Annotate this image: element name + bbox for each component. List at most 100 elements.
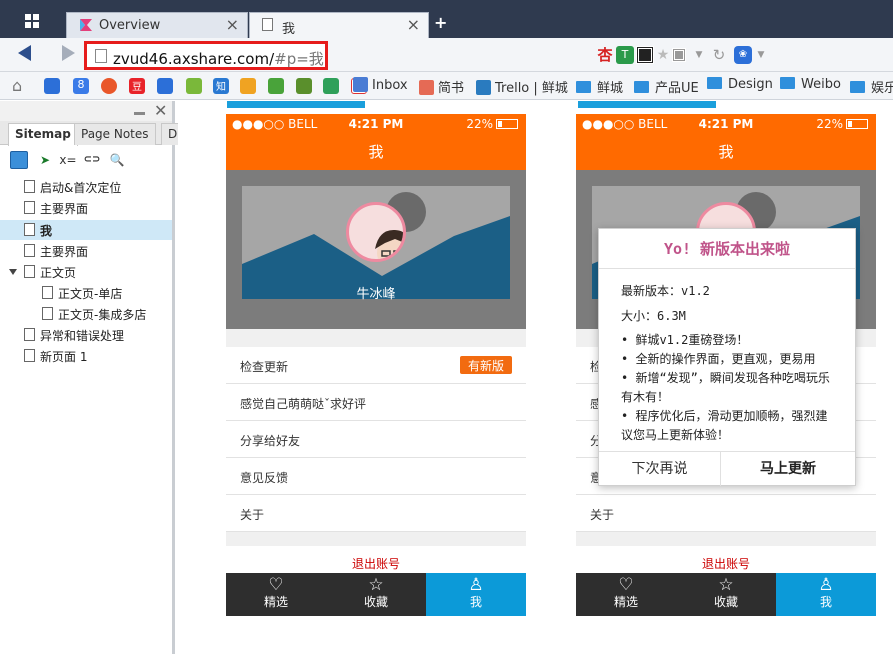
chevron-down-icon[interactable]: ▼ — [690, 46, 708, 64]
tab-overview[interactable]: Overview × — [66, 12, 248, 38]
douban-icon[interactable]: 豆 — [129, 78, 145, 94]
url-text[interactable]: zvud46.axshare.com/#p=我 — [113, 48, 324, 69]
variables-icon[interactable]: x= — [59, 151, 77, 169]
minimize-icon[interactable] — [134, 112, 145, 115]
tab-title: 我 — [282, 22, 296, 37]
tab-favorites[interactable]: ☆ 收藏 — [326, 573, 426, 616]
bookmark-icon[interactable] — [268, 78, 284, 94]
evernote-icon[interactable] — [323, 78, 339, 94]
bookmark-icon[interactable] — [240, 78, 256, 94]
menu-about[interactable]: 关于 — [226, 495, 526, 532]
tree-item-main-2[interactable]: 主要界面 — [0, 241, 172, 261]
address-bar[interactable]: zvud46.axshare.com/#p=我 — [84, 41, 328, 70]
dialog-title: Yo! 新版本出来啦 — [599, 229, 855, 269]
tree-item-errors[interactable]: 异常和错误处理 — [0, 325, 172, 345]
home-icon[interactable]: ⌂ — [12, 78, 28, 94]
tree-item-article-single[interactable]: 正文页-单店 — [0, 283, 172, 303]
folder-icon — [780, 77, 795, 89]
bookmark-trello[interactable]: Trello | 鲜城 — [476, 77, 568, 96]
tree-item-main[interactable]: 主要界面 — [0, 198, 172, 218]
apricot-extension-icon[interactable]: 杏 — [596, 46, 614, 64]
logout-button[interactable]: 退出账号 — [226, 546, 526, 574]
release-note: • 全新的操作界面，更直观，更易用 — [621, 352, 816, 366]
axure-logo-icon — [80, 19, 92, 31]
folder-icon — [576, 81, 591, 93]
bookmark-jianshu[interactable]: 简书 — [419, 77, 464, 96]
trello-icon — [476, 80, 491, 95]
heart-icon: ♡ — [618, 575, 634, 595]
menu-feedback[interactable]: 意见反馈 — [226, 458, 526, 495]
qr-code-gray-icon[interactable] — [672, 48, 686, 62]
latest-version: 最新版本：v1.2 — [621, 284, 710, 298]
google-icon[interactable]: 8 — [73, 78, 89, 94]
browser-tab-bar: Overview × 我 × + — [0, 0, 893, 38]
tab-featured[interactable]: ♡ 精选 — [576, 573, 676, 616]
link-icon[interactable]: ⊂⊃ — [83, 151, 101, 169]
tab-current-page[interactable]: 我 × — [249, 12, 429, 38]
menu-about[interactable]: 关于 — [576, 495, 876, 532]
bookmark-folder-design[interactable]: Design — [707, 77, 773, 95]
baidu-icon[interactable] — [44, 78, 60, 94]
tree-item-article[interactable]: 正文页 — [0, 262, 172, 282]
tab-sitemap[interactable]: Sitemap — [8, 123, 78, 146]
page-icon — [24, 328, 35, 341]
forward-arrow-icon[interactable] — [62, 45, 75, 61]
tab-favorites[interactable]: ☆ 收藏 — [676, 573, 776, 616]
baidu-paw-icon[interactable]: ❀ — [734, 46, 752, 64]
chevron-down-icon[interactable]: ▼ — [752, 46, 770, 64]
page-icon — [262, 18, 273, 31]
status-bar: ●●●○○ BELL 4:21 PM 22% — [576, 114, 876, 134]
avatar-face-icon — [375, 229, 403, 259]
panel-tabs: Sitemap Page Notes D — [0, 121, 185, 146]
page-icon — [24, 180, 35, 193]
qr-code-icon[interactable] — [636, 46, 654, 64]
tab-featured[interactable]: ♡ 精选 — [226, 573, 326, 616]
avatar[interactable] — [346, 202, 406, 262]
tab-close-icon[interactable]: × — [407, 15, 420, 34]
weibo-icon[interactable] — [101, 78, 117, 94]
pages-view-icon[interactable] — [10, 151, 28, 169]
menu-share[interactable]: 分享给好友 — [226, 421, 526, 458]
navigation-bar: zvud46.axshare.com/#p=我 杏 T ★ ▼ ↻ ❀ ▼ — [0, 38, 893, 72]
bookmark-icon[interactable] — [296, 78, 312, 94]
later-button[interactable]: 下次再说 — [599, 452, 721, 486]
sitemap-toolbar: ➤ x= ⊂⊃ 🔍 — [0, 146, 172, 174]
star-icon[interactable]: ★ — [654, 46, 672, 64]
new-tab-button[interactable]: + — [434, 13, 447, 32]
tree-item-article-multi[interactable]: 正文页-集成多店 — [0, 304, 172, 324]
tree-item-me[interactable]: 我 — [0, 220, 172, 240]
tab-title: Overview — [99, 18, 161, 33]
android-icon[interactable] — [186, 78, 202, 94]
refresh-icon[interactable]: ↻ — [710, 46, 728, 64]
star-icon: ☆ — [368, 575, 384, 595]
tab-page-notes[interactable]: Page Notes — [74, 123, 156, 145]
menu-rate-app[interactable]: 感觉自己萌萌哒ˇ求好评 — [226, 384, 526, 421]
tab-me[interactable]: ♙ 我 — [426, 573, 526, 616]
bookmark-folder-xiancheng[interactable]: 鲜城 — [576, 77, 623, 96]
zhihu-icon[interactable]: 知 — [213, 78, 229, 94]
close-icon[interactable]: ✕ — [154, 101, 167, 121]
pointer-icon[interactable]: ➤ — [36, 151, 54, 169]
tree-item-new-page[interactable]: 新页面 1 — [0, 346, 172, 366]
bookmark-inbox[interactable]: Inbox — [353, 77, 408, 95]
dialog-buttons: 下次再说 马上更新 — [599, 451, 855, 486]
search-icon[interactable]: 🔍 — [108, 151, 126, 169]
logout-button[interactable]: 退出账号 — [576, 546, 876, 574]
menu-check-update[interactable]: 检查更新 有新版 — [226, 347, 526, 384]
tree-item-launch[interactable]: 启动&首次定位 — [0, 177, 172, 197]
shield-icon[interactable]: T — [616, 46, 634, 64]
battery-indicator: 22% — [816, 117, 868, 131]
battery-icon — [496, 119, 518, 129]
expand-arrow-icon[interactable] — [9, 269, 17, 275]
person-icon: ♙ — [468, 575, 484, 595]
tab-me[interactable]: ♙ 我 — [776, 573, 876, 616]
release-note: • 鲜城v1.2重磅登场！ — [621, 333, 749, 347]
bookmark-folder-weibo[interactable]: Weibo — [780, 77, 841, 95]
back-arrow-icon[interactable] — [18, 45, 31, 61]
windows-menu-icon[interactable] — [22, 11, 44, 33]
tab-close-icon[interactable]: × — [226, 15, 239, 34]
update-now-button[interactable]: 马上更新 — [721, 452, 855, 486]
bookmark-folder-product-ue[interactable]: 产品UE — [634, 77, 699, 96]
bookmark-folder-entertainment[interactable]: 娱乐 — [850, 77, 893, 96]
baidu-icon[interactable] — [157, 78, 173, 94]
